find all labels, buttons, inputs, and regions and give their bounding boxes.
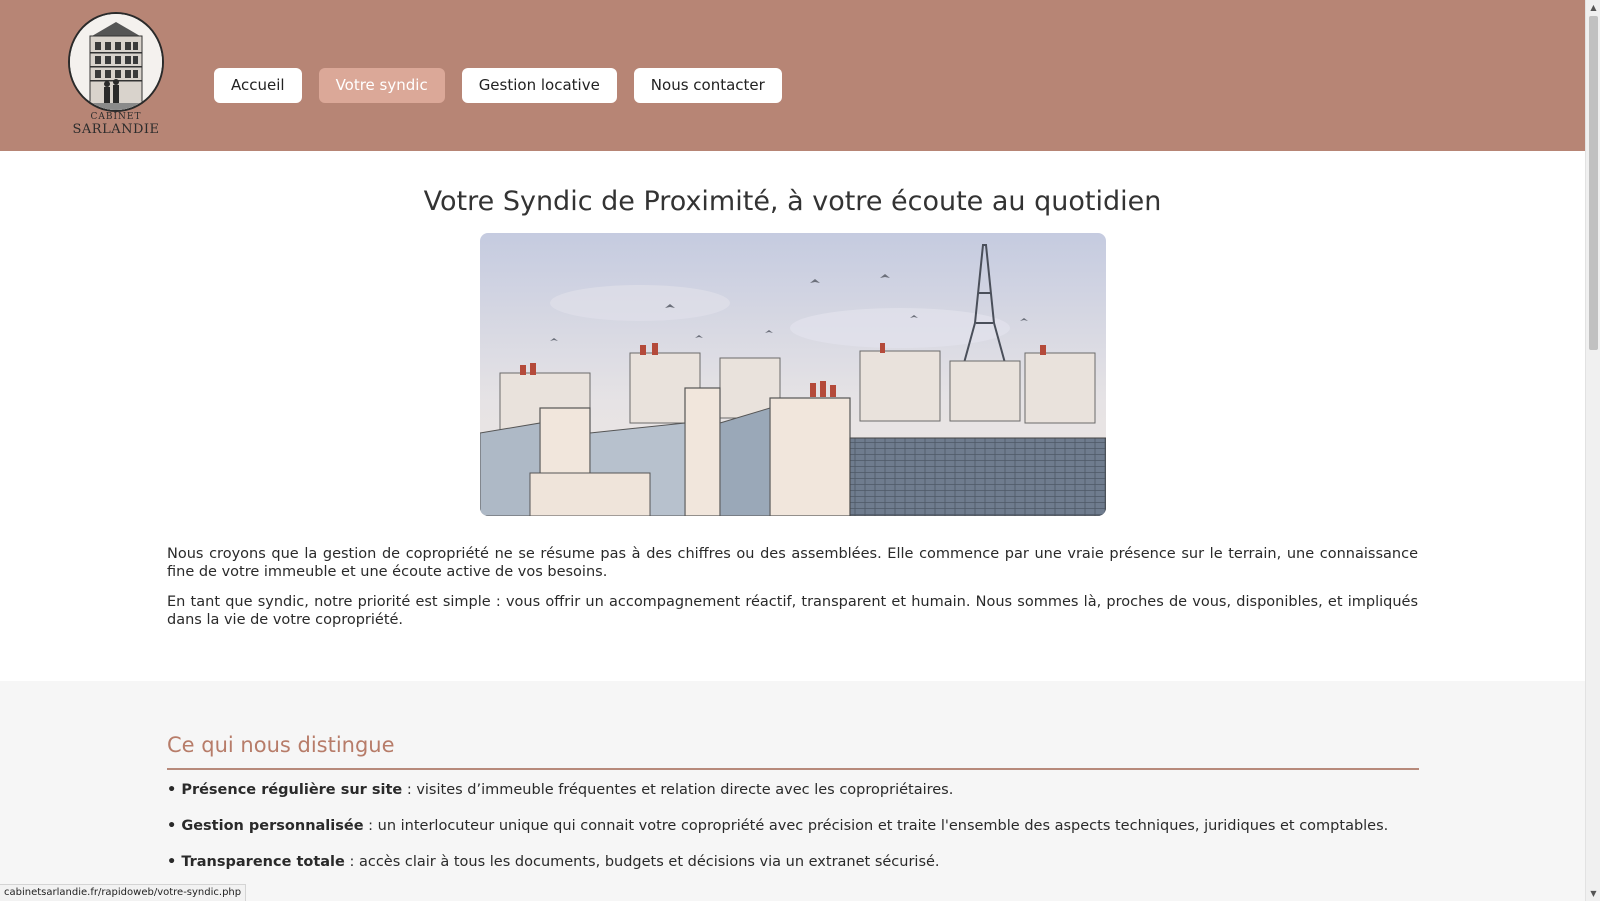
building-emblem <box>68 12 164 112</box>
feature-item: • Transparence totale : accès clair à to… <box>167 853 1418 871</box>
feature-text: : accès clair à tous les documents, budg… <box>344 854 940 870</box>
browser-viewport: CABINET SARLANDIE Accueil Votre syndic G… <box>0 0 1600 901</box>
site-header: CABINET SARLANDIE Accueil Votre syndic G… <box>0 0 1585 151</box>
section-divider <box>167 768 1419 770</box>
link-status-bar: cabinetsarlandie.fr/rapidoweb/votre-synd… <box>0 884 247 901</box>
intro-paragraph-2: En tant que syndic, notre priorité est s… <box>167 594 1418 628</box>
feature-heading: • Gestion personnalisée <box>167 818 364 834</box>
main-navigation: Accueil Votre syndic Gestion locative No… <box>214 68 782 103</box>
feature-text: : visites d’immeuble fréquentes et relat… <box>402 782 954 798</box>
page-title: Votre Syndic de Proximité, à votre écout… <box>423 186 1162 217</box>
feature-item: • Présence régulière sur site : visites … <box>167 781 1418 799</box>
feature-list: • Présence régulière sur site : visites … <box>167 781 1418 889</box>
feature-text: : un interlocuteur unique qui connait vo… <box>363 818 1389 834</box>
intro-text: Nous croyons que la gestion de coproprié… <box>167 545 1418 641</box>
logo-text-sarlandie: SARLANDIE <box>72 122 160 137</box>
rooftops-image <box>480 233 1106 516</box>
scrollbar-thumb[interactable] <box>1589 16 1598 350</box>
nav-accueil[interactable]: Accueil <box>214 68 302 103</box>
feature-item: • Gestion personnalisée : un interlocute… <box>167 817 1418 835</box>
paris-rooftops-illustration <box>480 233 1106 516</box>
feature-heading: • Transparence totale <box>167 854 345 870</box>
nav-gestion-locative[interactable]: Gestion locative <box>461 68 617 103</box>
site-logo[interactable]: CABINET SARLANDIE <box>68 12 164 140</box>
logo-text-cabinet: CABINET <box>90 112 142 122</box>
chevron-up-icon[interactable]: ▲ <box>1586 0 1600 15</box>
chevron-down-icon[interactable]: ▼ <box>1586 886 1600 901</box>
nav-nous-contacter[interactable]: Nous contacter <box>633 68 782 103</box>
nav-votre-syndic[interactable]: Votre syndic <box>318 68 445 103</box>
section-title: Ce qui nous distingue <box>167 733 395 757</box>
distinguish-section: Ce qui nous distingue • Présence réguliè… <box>0 681 1585 901</box>
intro-paragraph-1: Nous croyons que la gestion de coproprié… <box>167 546 1418 580</box>
feature-heading: • Présence régulière sur site <box>167 782 403 798</box>
building-icon <box>70 14 162 110</box>
vertical-scrollbar[interactable]: ▲ ▼ <box>1585 0 1600 901</box>
